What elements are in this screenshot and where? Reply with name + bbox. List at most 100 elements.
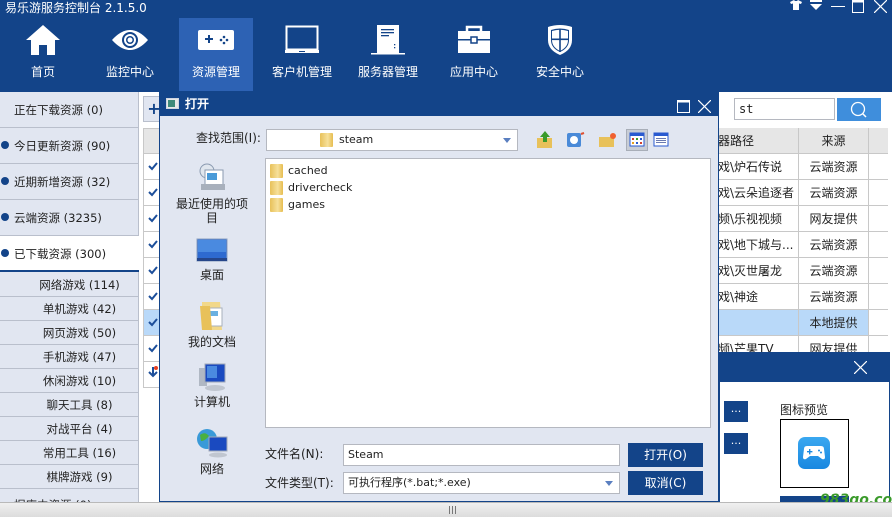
sidebar-item-recent-added[interactable]: 近期新增资源 (32)	[0, 164, 139, 200]
search-icon	[850, 101, 867, 118]
nav-security[interactable]: 安全中心	[523, 18, 597, 92]
nav-resources[interactable]: 资源管理	[179, 18, 253, 92]
sidebar-subitem-label: 手机游戏 (47)	[42, 350, 117, 364]
search-input[interactable]: st	[734, 98, 835, 120]
computer-icon	[199, 363, 226, 391]
sidebar-subitem[interactable]: 对战平台 (4)	[0, 417, 139, 441]
view-icons-button[interactable]	[626, 129, 648, 151]
sidebar-subitem[interactable]: 休闲游戏 (10)	[0, 369, 139, 393]
sidebar-subitem[interactable]: 手机游戏 (47)	[0, 345, 139, 369]
sidebar-subitem[interactable]: 网络游戏 (114)	[0, 273, 139, 297]
lookin-value: steam	[339, 133, 374, 146]
check-icon	[147, 266, 158, 275]
menu-icon[interactable]	[809, 0, 823, 16]
sidebar-subitem-label: 聊天工具 (8)	[46, 398, 113, 412]
place-network[interactable]: 网络	[170, 427, 254, 476]
nav-home[interactable]: 首页	[6, 18, 80, 92]
place-label: 我的文档	[187, 335, 236, 349]
sidebar-item-today-updates[interactable]: 今日更新资源 (90)	[0, 128, 139, 164]
row-source-cell[interactable]: 云端资源	[798, 180, 868, 206]
recent-places-icon[interactable]	[564, 129, 586, 151]
gamepad-app-icon	[798, 437, 830, 469]
file-item[interactable]: cached	[270, 162, 328, 179]
up-folder-icon[interactable]	[534, 129, 556, 151]
nav-servers[interactable]: 服务器管理	[351, 18, 425, 92]
row-source-cell[interactable]: 云端资源	[798, 154, 868, 180]
sidebar-item-downloading[interactable]: 正在下载资源 (0)	[0, 92, 139, 128]
desktop-icon	[196, 238, 228, 262]
dialog-maximize-icon[interactable]	[677, 97, 690, 113]
row-source-cell[interactable]: 云端资源	[798, 258, 868, 284]
shield-icon	[523, 24, 597, 56]
column-header-source[interactable]: 来源	[798, 128, 868, 154]
place-computer[interactable]: 计算机	[170, 362, 254, 409]
browse-button-1[interactable]: ...	[724, 401, 748, 422]
nav-label: 服务器管理	[357, 65, 418, 79]
sub-dialog-titlebar[interactable]	[720, 353, 889, 382]
cancel-button[interactable]: 取消(C)	[628, 471, 703, 495]
minimize-icon[interactable]	[830, 0, 846, 16]
file-list[interactable]: cached drivercheck games	[265, 158, 711, 428]
row-path-cell[interactable]	[718, 310, 798, 336]
lookin-dropdown[interactable]: steam	[266, 129, 518, 151]
row-path-cell[interactable]: 戏\地下城与...	[718, 232, 798, 258]
dialog-titlebar[interactable]: 打开	[160, 92, 718, 116]
sidebar-subitem[interactable]: 网页游戏 (50)	[0, 321, 139, 345]
check-icon	[147, 214, 158, 223]
place-desktop[interactable]: 桌面	[170, 237, 254, 282]
sidebar-subitem-label: 常用工具 (16)	[42, 446, 117, 460]
icon-preview-box	[780, 419, 849, 488]
nav-clients[interactable]: 客户机管理	[265, 18, 339, 92]
dialog-title: 打开	[185, 97, 210, 111]
maximize-icon[interactable]	[851, 0, 865, 16]
new-folder-icon[interactable]	[596, 129, 618, 151]
row-extra-cell	[868, 180, 888, 206]
sidebar-item-label: 正在下载资源 (0)	[14, 103, 103, 117]
sidebar-subitem[interactable]: 棋牌游戏 (9)	[0, 465, 139, 489]
nav-label: 资源管理	[191, 65, 240, 79]
dialog-close-icon[interactable]	[697, 97, 712, 114]
sidebar-item-cloud[interactable]: 云端资源 (3235)	[0, 200, 139, 236]
file-item[interactable]: games	[270, 196, 325, 213]
sub-dialog-close-icon[interactable]	[853, 360, 868, 375]
toolbox-icon	[437, 24, 511, 56]
skin-icon[interactable]	[789, 0, 803, 16]
sidebar-subitem[interactable]: 常用工具 (16)	[0, 441, 139, 465]
place-documents[interactable]: 我的文档	[170, 298, 254, 349]
check-icon	[147, 318, 158, 327]
row-path-cell[interactable]: 戏\神途	[718, 284, 798, 310]
nav-label: 安全中心	[535, 65, 584, 79]
home-icon	[6, 24, 80, 56]
search-button[interactable]	[837, 98, 881, 121]
place-recent[interactable]: 最近使用的项目	[170, 162, 254, 225]
row-source-cell[interactable]: 云端资源	[798, 232, 868, 258]
column-header-path[interactable]: 器路径	[718, 128, 798, 154]
row-path-cell[interactable]: 戏\云朵追逐者	[718, 180, 798, 206]
filename-input[interactable]: Steam	[343, 444, 620, 466]
row-path-cell[interactable]: 戏\炉石传说	[718, 154, 798, 180]
sidebar-item-downloaded[interactable]: 已下载资源 (300)	[0, 236, 139, 272]
open-button[interactable]: 打开(O)	[628, 443, 703, 467]
sidebar-subitem[interactable]: 单机游戏 (42)	[0, 297, 139, 321]
browse-button-2[interactable]: ...	[724, 433, 748, 454]
sidebar-subitem[interactable]: 聊天工具 (8)	[0, 393, 139, 417]
column-header-extra	[868, 128, 888, 154]
nav-apps[interactable]: 应用中心	[437, 18, 511, 92]
row-path-cell[interactable]: 戏\灭世屠龙	[718, 258, 798, 284]
row-source-cell[interactable]: 网友提供	[798, 206, 868, 232]
file-item[interactable]: drivercheck	[270, 179, 352, 196]
nav-monitor[interactable]: 监控中心	[93, 18, 167, 92]
horizontal-scrollbar[interactable]	[0, 502, 892, 517]
row-path-cell[interactable]: 频\乐视视频	[718, 206, 798, 232]
row-source-cell[interactable]: 云端资源	[798, 284, 868, 310]
check-icon	[147, 344, 158, 353]
sidebar-subitem-label: 休闲游戏 (10)	[42, 374, 117, 388]
filetype-dropdown[interactable]: 可执行程序(*.bat;*.exe)	[343, 472, 620, 494]
close-icon[interactable]	[873, 0, 887, 16]
network-icon	[197, 429, 228, 458]
chevron-down-icon	[503, 138, 511, 143]
details-view-icon[interactable]	[652, 130, 672, 150]
expand-icon	[1, 177, 9, 185]
row-source-cell[interactable]: 本地提供	[798, 310, 868, 336]
scrollbar-grip-icon[interactable]	[449, 506, 456, 514]
